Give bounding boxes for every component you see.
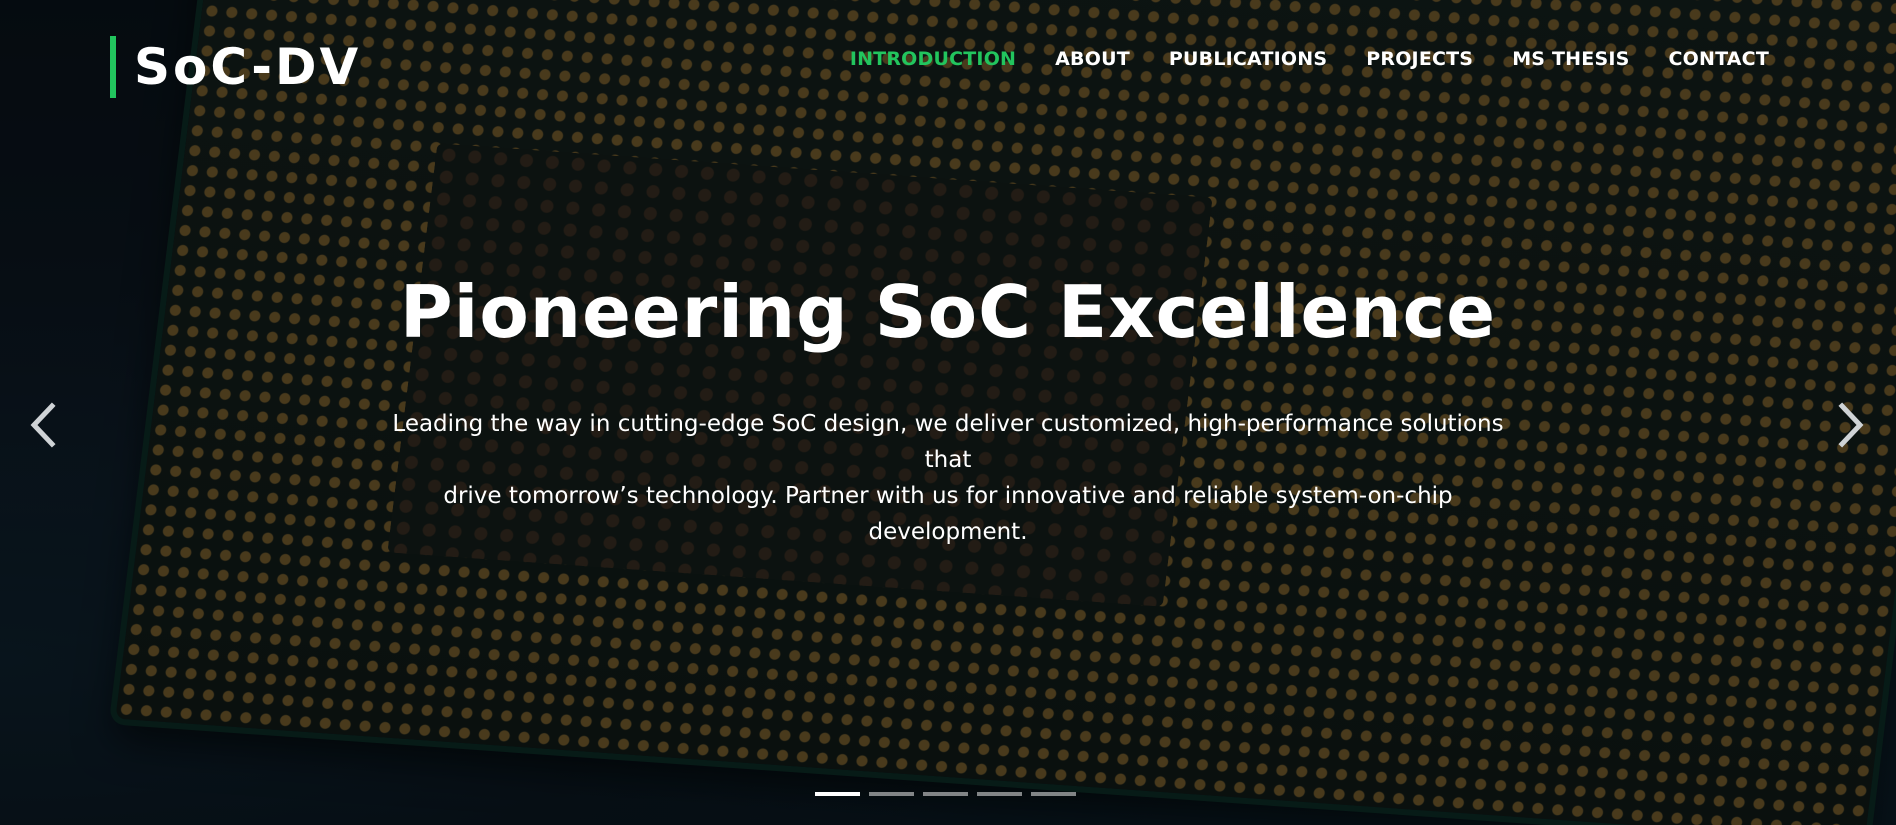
nav-ms-thesis[interactable]: MS THESIS	[1512, 48, 1629, 70]
hero-description-line-1: Leading the way in cutting-edge SoC desi…	[392, 411, 1504, 473]
nav-publications[interactable]: PUBLICATIONS	[1169, 48, 1327, 70]
hero-section: SoC-DV INTRODUCTION ABOUT PUBLICATIONS P…	[0, 0, 1896, 825]
carousel-indicator-5[interactable]	[1031, 792, 1076, 796]
nav-contact[interactable]: CONTACT	[1669, 48, 1770, 70]
hero-description: Leading the way in cutting-edge SoC desi…	[380, 406, 1516, 550]
carousel-indicator-1[interactable]	[815, 792, 860, 796]
chevron-left-icon	[30, 402, 56, 448]
carousel-indicators	[815, 792, 1076, 796]
nav-projects[interactable]: PROJECTS	[1366, 48, 1473, 70]
hero-description-line-2: drive tomorrow’s technology. Partner wit…	[443, 483, 1453, 509]
hero-title: Pioneering SoC Excellence	[399, 270, 1497, 354]
nav-about[interactable]: ABOUT	[1055, 48, 1130, 70]
carousel-next-button[interactable]	[1828, 400, 1868, 450]
carousel-indicator-2[interactable]	[869, 792, 914, 796]
site-logo[interactable]: SoC-DV	[110, 36, 361, 98]
hero-description-line-3: development.	[868, 519, 1028, 545]
carousel-indicator-4[interactable]	[977, 792, 1022, 796]
logo-text: SoC-DV	[134, 38, 362, 96]
chevron-right-icon	[1838, 402, 1864, 448]
main-nav: INTRODUCTION ABOUT PUBLICATIONS PROJECTS…	[850, 48, 1769, 70]
nav-introduction[interactable]: INTRODUCTION	[850, 48, 1016, 70]
carousel-indicator-3[interactable]	[923, 792, 968, 796]
carousel-prev-button[interactable]	[26, 400, 66, 450]
